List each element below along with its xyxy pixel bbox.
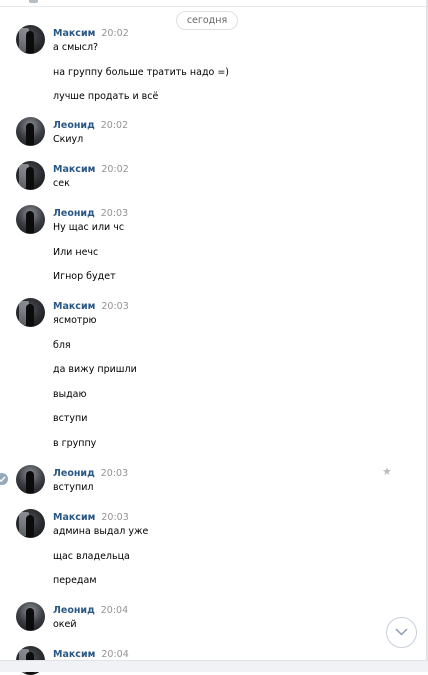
scroll-down-button[interactable] [386, 617, 417, 648]
message-time[interactable]: 20:03 [101, 512, 128, 523]
message-body: вступил [53, 482, 93, 507]
top-edge [0, 0, 428, 7]
avatar[interactable] [16, 298, 45, 327]
message-text: передам [53, 575, 97, 587]
avatar-figure [26, 304, 34, 326]
message-text: на группу больше тратить надо =) [53, 66, 230, 78]
message-text: щас владельца [53, 550, 130, 562]
message-header: Максим 20:02 [53, 163, 129, 175]
message-text: вступи [53, 413, 88, 425]
message-text: Игнор будет [53, 271, 116, 283]
avatar-figure [26, 608, 34, 630]
avatar[interactable] [16, 117, 45, 146]
composer-edge [0, 660, 428, 672]
message-text: сек [53, 178, 70, 189]
star-icon[interactable]: ★ [382, 465, 392, 478]
message-text: да вижу пришли [53, 364, 137, 376]
message-header: Максим 20:03 [53, 511, 129, 523]
message-text: в группу [53, 437, 97, 449]
message-text: а смысл? [53, 42, 99, 53]
message-header: Максим 20:03 [53, 300, 129, 312]
message-body: Скиул [53, 134, 83, 159]
message-text: Или нечс [53, 246, 99, 258]
message-time[interactable]: 20:04 [101, 649, 128, 660]
avatar[interactable] [16, 161, 45, 190]
avatar[interactable] [16, 509, 45, 538]
message-time[interactable]: 20:04 [101, 605, 128, 616]
author-name[interactable]: Леонид [53, 468, 95, 479]
author-name[interactable]: Леонид [53, 605, 95, 616]
avatar-figure [26, 211, 34, 233]
message-time[interactable]: 20:03 [101, 301, 128, 312]
message-text: лучше продать и всё [53, 91, 159, 103]
message-text: ясмотрю [53, 315, 97, 326]
message-header: Леонид 20:03 [53, 467, 128, 479]
message-header: Максим 20:02 [53, 27, 129, 39]
message-text: бля [53, 339, 71, 351]
author-name[interactable]: Максим [53, 649, 95, 660]
message-header: Леонид 20:03 [53, 207, 128, 219]
message-time[interactable]: 20:02 [101, 120, 128, 131]
message-text: Ну щас или чс [53, 222, 125, 233]
avatar[interactable] [16, 465, 45, 494]
author-name[interactable]: Максим [53, 28, 95, 39]
message-body: админа выдал уже щас владельца передам [53, 526, 148, 600]
message-header: Леонид 20:02 [53, 119, 128, 131]
message-text: выдаю [53, 388, 87, 400]
message-text: админа выдал уже [53, 526, 149, 537]
message-text: вступил [53, 482, 94, 493]
message-time[interactable]: 20:03 [101, 208, 128, 219]
author-name[interactable]: Леонид [53, 208, 95, 219]
message-text: окей [53, 619, 77, 630]
chevron-down-icon [395, 628, 408, 636]
avatar-figure [26, 123, 34, 145]
message-header: Максим 20:04 [53, 648, 129, 660]
avatar[interactable] [16, 25, 45, 54]
avatar[interactable] [16, 602, 45, 631]
message-body: ясмотрю бля да вижу пришли выдаю вступи … [53, 315, 137, 463]
message-text: Скиул [53, 134, 84, 145]
avatar-figure [26, 31, 34, 53]
check-icon[interactable] [0, 473, 8, 485]
message-time[interactable]: 20:02 [101, 164, 128, 175]
message-body: сек [53, 178, 70, 203]
author-name[interactable]: Леонид [53, 120, 95, 131]
message-header: Леонид 20:04 [53, 604, 128, 616]
message-body: окей [53, 619, 77, 644]
avatar[interactable] [16, 205, 45, 234]
avatar-figure [26, 471, 34, 493]
avatar-figure [26, 167, 34, 189]
author-name[interactable]: Максим [53, 512, 95, 523]
avatar-figure [26, 515, 34, 537]
message-time[interactable]: 20:03 [101, 468, 128, 479]
message-time[interactable]: 20:02 [101, 28, 128, 39]
message-body: а смысл? на группу больше тратить надо =… [53, 42, 229, 116]
date-divider: сегодня [176, 11, 238, 30]
scroll-nub [29, 0, 38, 3]
author-name[interactable]: Максим [53, 164, 95, 175]
author-name[interactable]: Максим [53, 301, 95, 312]
message-body: Ну щас или чс Или нечс Игнор будет [53, 222, 124, 296]
